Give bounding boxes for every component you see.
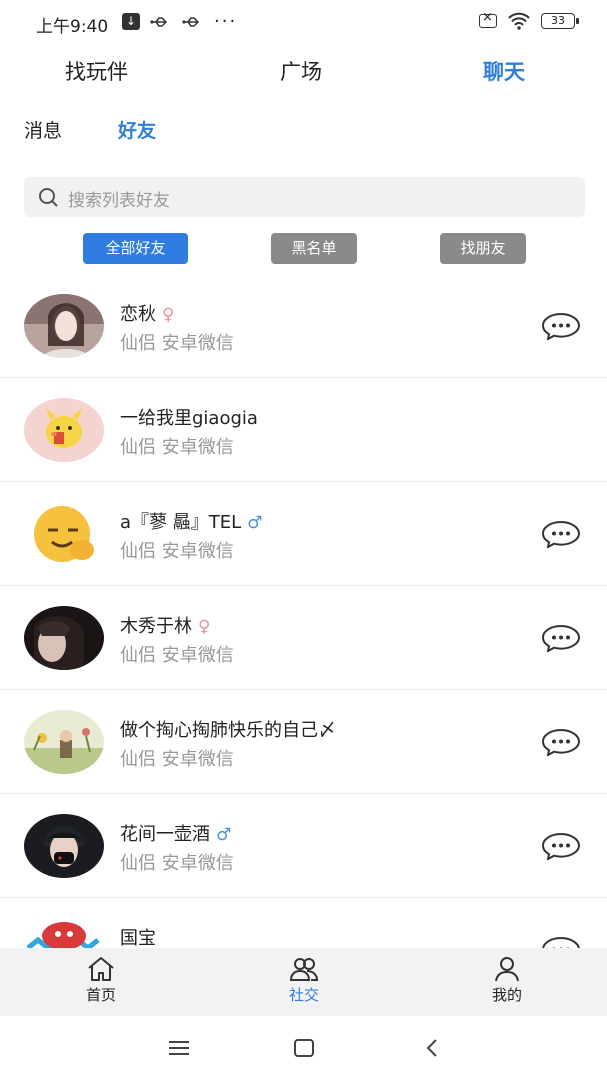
usb-icon — [150, 16, 168, 27]
avatar — [24, 606, 104, 670]
female-icon: ♀ — [198, 617, 211, 637]
usb-icon-2 — [182, 16, 200, 27]
friend-row[interactable]: 木秀于林 ♀ 仙侣 安卓微信 — [0, 586, 607, 690]
tab-chat[interactable]: 聊天 — [483, 56, 525, 86]
chat-bubble-icon[interactable] — [541, 624, 581, 652]
friend-row[interactable]: 国宝 — [0, 898, 607, 948]
status-right-icons: 33 — [479, 10, 579, 30]
female-icon: ♀ — [162, 305, 175, 325]
friend-desc: 仙侣 安卓微信 — [120, 333, 234, 354]
friend-name: a『蓼 曧』TEL ♂ — [120, 512, 263, 533]
home-icon — [88, 957, 114, 981]
home-square-icon[interactable] — [289, 1034, 319, 1062]
tabbar-home-label: 首页 — [85, 986, 116, 1004]
no-sim-icon — [479, 10, 497, 28]
chat-bubble-icon[interactable] — [541, 312, 581, 340]
tabbar-home[interactable]: 首页 — [61, 956, 141, 1005]
status-time: 上午9:40 — [36, 17, 109, 37]
friend-name: 木秀于林 ♀ — [120, 616, 211, 637]
male-icon: ♂ — [216, 825, 232, 845]
friend-row[interactable]: 一给我里giaogia 仙侣 安卓微信 — [0, 378, 607, 482]
chat-bubble-icon[interactable] — [541, 728, 581, 756]
male-icon: ♂ — [247, 513, 263, 533]
tabbar-social-label: 社交 — [288, 986, 319, 1004]
status-left-icons: ↓ ··· — [122, 10, 238, 32]
friend-name: 花间一壶酒 ♂ — [120, 824, 232, 845]
avatar — [24, 398, 104, 462]
menu-icon[interactable] — [164, 1034, 194, 1062]
avatar — [24, 710, 104, 774]
search-placeholder: 搜索列表好友 — [68, 191, 170, 211]
friend-list: 恋秋 ♀ 仙侣 安卓微信 一给我里giaogia 仙侣 安卓微信 a『蓼 曧』TE… — [0, 274, 607, 948]
avatar — [24, 814, 104, 878]
top-tabs: 找玩伴 广场 聊天 — [0, 56, 607, 92]
wifi-icon — [508, 12, 530, 30]
subtab-messages[interactable]: 消息 — [24, 116, 62, 143]
chat-bubble-icon[interactable] — [541, 520, 581, 548]
battery-icon: 33 — [541, 13, 579, 29]
filter-find-friends[interactable]: 找朋友 — [440, 233, 526, 264]
social-icon — [289, 958, 319, 981]
tabbar-social[interactable]: 社交 — [264, 956, 344, 1005]
friend-row[interactable]: a『蓼 曧』TEL ♂ 仙侣 安卓微信 — [0, 482, 607, 586]
filter-chips: 全部好友 黑名单 找朋友 — [0, 233, 607, 265]
filter-all-friends[interactable]: 全部好友 — [83, 233, 188, 264]
tab-find-partner[interactable]: 找玩伴 — [65, 56, 128, 86]
profile-icon — [495, 957, 519, 982]
friend-desc: 仙侣 安卓微信 — [120, 437, 234, 458]
filter-blacklist[interactable]: 黑名单 — [271, 233, 357, 264]
friend-row[interactable]: 做个掏心掏肺快乐的自己〆 仙侣 安卓微信 — [0, 690, 607, 794]
friend-desc: 仙侣 安卓微信 — [120, 749, 234, 770]
tab-plaza[interactable]: 广场 — [280, 56, 322, 86]
status-bar: 上午9:40 ↓ ··· 33 — [0, 0, 607, 44]
tabbar-profile-label: 我的 — [491, 986, 522, 1004]
tabbar-profile[interactable]: 我的 — [467, 956, 547, 1005]
friend-desc: 仙侣 安卓微信 — [120, 645, 234, 666]
friend-desc: 仙侣 安卓微信 — [120, 853, 234, 874]
friend-name: 做个掏心掏肺快乐的自己〆 — [120, 720, 336, 741]
search-icon — [39, 188, 58, 207]
friend-desc: 仙侣 安卓微信 — [120, 541, 234, 562]
friend-row[interactable]: 恋秋 ♀ 仙侣 安卓微信 — [0, 274, 607, 378]
friend-name: 恋秋 ♀ — [120, 304, 175, 325]
avatar — [24, 294, 104, 358]
chat-bubble-icon[interactable] — [541, 832, 581, 860]
system-nav-bar — [0, 1016, 607, 1080]
friend-row[interactable]: 花间一壶酒 ♂ 仙侣 安卓微信 — [0, 794, 607, 898]
avatar — [24, 918, 104, 948]
friend-name: 国宝 — [120, 928, 156, 948]
download-icon: ↓ — [122, 13, 140, 30]
bottom-tab-bar: 首页 社交 我的 — [0, 948, 607, 1016]
chat-bubble-icon[interactable] — [541, 936, 581, 948]
subtab-friends[interactable]: 好友 — [118, 116, 156, 143]
back-icon[interactable] — [417, 1034, 447, 1062]
avatar — [24, 502, 104, 566]
search-bar[interactable]: 搜索列表好友 — [24, 177, 585, 217]
friend-name: 一给我里giaogia — [120, 408, 258, 429]
more-dots-icon: ··· — [214, 10, 238, 32]
